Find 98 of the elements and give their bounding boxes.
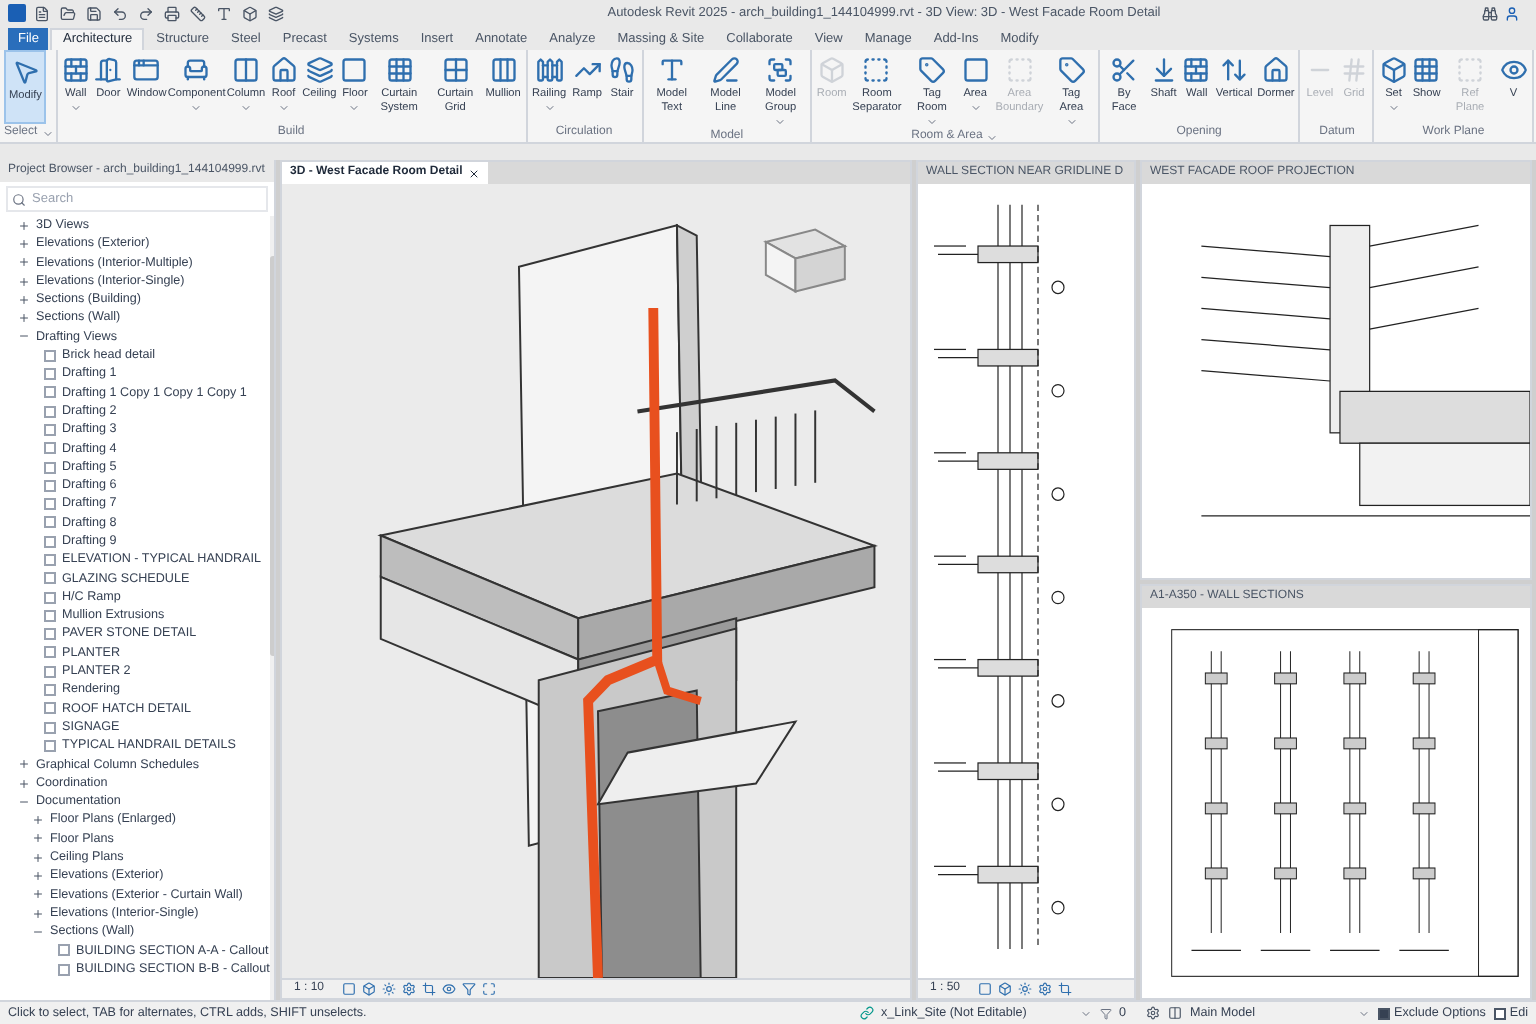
wall-icon xyxy=(1182,56,1211,84)
tag-icon xyxy=(917,56,946,84)
expand-icon[interactable] xyxy=(18,293,30,306)
expand-icon[interactable] xyxy=(32,851,44,864)
grid-icon xyxy=(441,56,470,84)
expand-icon[interactable] xyxy=(32,832,44,845)
expand-icon[interactable] xyxy=(32,870,44,883)
expand-icon[interactable] xyxy=(18,237,30,250)
fence-icon xyxy=(535,56,564,84)
close-icon[interactable] xyxy=(468,167,481,179)
house-icon xyxy=(1261,56,1290,84)
caret-icon xyxy=(69,102,82,114)
scale-square-icon[interactable] xyxy=(978,982,993,996)
box-icon[interactable] xyxy=(362,982,377,996)
tag-icon xyxy=(1057,56,1086,84)
grid-icon xyxy=(1412,56,1441,84)
house-icon xyxy=(269,56,298,84)
caret-icon xyxy=(774,116,787,128)
square-icon xyxy=(340,56,369,84)
caret-icon xyxy=(1387,102,1400,114)
expand-icon[interactable] xyxy=(18,219,30,232)
checkbox[interactable] xyxy=(1493,1007,1506,1019)
pen-icon xyxy=(711,56,740,84)
expand-icon[interactable] xyxy=(18,256,30,269)
box-icon xyxy=(817,56,846,84)
view-cube-icon[interactable] xyxy=(763,228,848,294)
settings-icon[interactable] xyxy=(402,982,417,996)
view-canvas[interactable] xyxy=(282,184,910,978)
dashed-square-icon xyxy=(1005,56,1034,84)
caret-icon xyxy=(190,102,203,114)
column-icon xyxy=(231,56,260,84)
eye-icon xyxy=(1499,56,1528,84)
text-icon[interactable] xyxy=(214,3,234,23)
caret-icon xyxy=(239,102,252,114)
expand-icon[interactable] xyxy=(18,777,30,790)
text-icon xyxy=(657,56,686,84)
wall-icon xyxy=(61,56,90,84)
chair-icon xyxy=(182,56,211,84)
link-icon xyxy=(859,1006,874,1020)
door-icon xyxy=(94,56,123,84)
caret-icon xyxy=(543,102,556,114)
document-icon[interactable] xyxy=(32,3,52,23)
caret-icon xyxy=(1065,116,1078,128)
square-icon xyxy=(961,56,990,84)
crop-icon[interactable] xyxy=(1058,982,1073,996)
expand-icon[interactable] xyxy=(32,907,44,920)
crop-icon[interactable] xyxy=(422,982,437,996)
scale-square-icon[interactable] xyxy=(342,982,357,996)
caret-icon xyxy=(925,116,938,128)
layers-icon xyxy=(305,56,334,84)
arrows-icon xyxy=(1220,56,1249,84)
settings-icon[interactable] xyxy=(1038,982,1053,996)
user-icon[interactable] xyxy=(1504,5,1520,21)
layers-icon[interactable] xyxy=(266,3,286,23)
expand-icon[interactable] xyxy=(18,312,30,325)
caret-icon xyxy=(969,102,982,114)
sun-icon[interactable] xyxy=(382,982,397,996)
expand-icon[interactable] xyxy=(18,275,30,288)
collapse-icon[interactable] xyxy=(18,330,30,343)
dashed-square-icon xyxy=(1456,56,1485,84)
print-icon[interactable] xyxy=(162,3,182,23)
app-logo-icon xyxy=(8,4,26,22)
box-icon xyxy=(1379,56,1408,84)
scrollbar[interactable] xyxy=(269,216,274,1000)
columns-icon xyxy=(489,56,518,84)
scissors-icon xyxy=(1110,56,1139,84)
binoculars-icon[interactable] xyxy=(1482,5,1498,21)
caret-icon xyxy=(348,102,361,114)
redo-icon[interactable] xyxy=(136,3,156,23)
footprints-icon xyxy=(608,56,637,84)
settings-icon[interactable] xyxy=(1146,1006,1161,1020)
box-icon[interactable] xyxy=(998,982,1013,996)
expand-icon[interactable] xyxy=(18,758,30,771)
box-icon[interactable] xyxy=(240,3,260,23)
grid-icon xyxy=(1339,56,1368,84)
collapse-icon[interactable] xyxy=(18,795,30,808)
maximize-icon[interactable] xyxy=(482,982,497,996)
ruler-icon[interactable] xyxy=(188,3,208,23)
filter-icon[interactable] xyxy=(462,982,477,996)
grid-icon xyxy=(385,56,414,84)
eye-icon[interactable] xyxy=(442,982,457,996)
arrow-down-icon xyxy=(1149,56,1178,84)
search-icon xyxy=(12,192,26,206)
filter-icon xyxy=(1099,1007,1112,1019)
folder-icon[interactable] xyxy=(58,3,78,23)
collapse-icon[interactable] xyxy=(32,925,44,938)
expand-icon[interactable] xyxy=(32,814,44,827)
expand-icon[interactable] xyxy=(32,888,44,901)
pointer-icon xyxy=(11,58,40,86)
checkbox[interactable] xyxy=(1378,1007,1391,1019)
sun-icon[interactable] xyxy=(1018,982,1033,996)
window-icon xyxy=(132,56,161,84)
undo-icon[interactable] xyxy=(110,3,130,23)
group-icon xyxy=(766,56,795,84)
caret-icon xyxy=(277,102,290,114)
panel-icon[interactable] xyxy=(1168,1006,1183,1020)
dashed-square-icon xyxy=(862,56,891,84)
save-icon[interactable] xyxy=(84,3,104,23)
